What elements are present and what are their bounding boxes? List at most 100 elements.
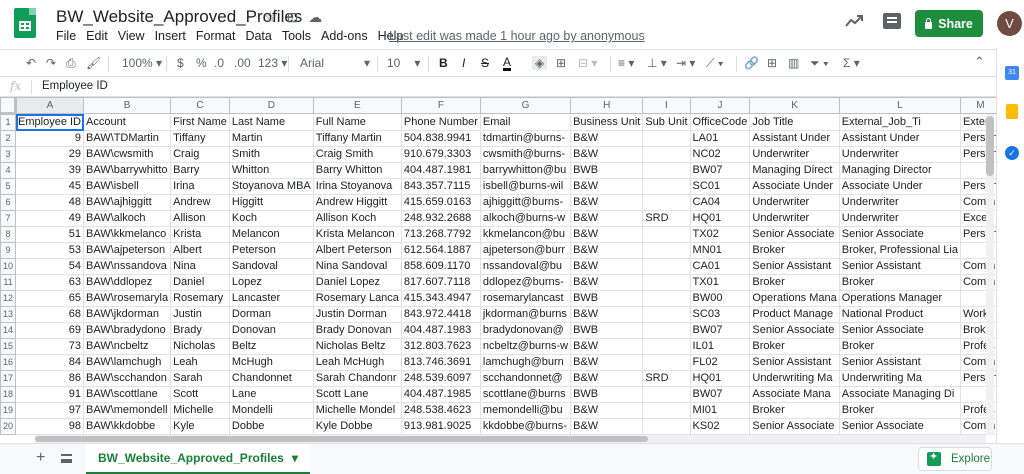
cell[interactable]: 913.981.9025 <box>400 418 481 435</box>
cell[interactable]: scottlane@burns <box>479 386 572 403</box>
row-header[interactable]: 2 <box>0 130 17 147</box>
cell[interactable]: 39 <box>15 162 84 179</box>
sheet-tab-dropdown-icon[interactable]: ▾ <box>292 451 298 465</box>
cell[interactable]: Senior Associate <box>749 322 840 339</box>
cell[interactable]: Mondelli <box>228 402 314 419</box>
cell[interactable]: Michelle <box>170 402 230 419</box>
cell[interactable]: 817.607.7118 <box>400 274 481 291</box>
cell[interactable]: 843.972.4418 <box>400 306 481 323</box>
column-header-k[interactable]: K <box>749 97 840 114</box>
row-header[interactable]: 11 <box>0 274 17 291</box>
cell[interactable]: Donovan <box>228 322 314 339</box>
cell[interactable]: Nina Sandoval <box>312 258 402 275</box>
cell[interactable]: B&W <box>570 274 644 291</box>
last-edit-link[interactable]: Last edit was made 1 hour ago by anonymo… <box>389 29 645 43</box>
cell[interactable]: Broker <box>749 274 840 291</box>
fill-color-icon[interactable]: ◈ <box>532 56 548 70</box>
cell[interactable]: B&W <box>570 242 644 259</box>
cell[interactable]: 51 <box>15 226 84 243</box>
cell[interactable]: BW07 <box>689 386 751 403</box>
move-folder-icon[interactable]: ⊡ <box>287 9 299 26</box>
cell[interactable]: B&W <box>570 418 644 435</box>
row-header[interactable]: 6 <box>0 194 17 211</box>
cell[interactable]: Brady Donovan <box>312 322 402 339</box>
horizontal-scrollbar[interactable] <box>35 435 986 443</box>
cell[interactable] <box>642 194 691 211</box>
cell[interactable]: 404.487.1985 <box>400 386 481 403</box>
cell[interactable]: Underwriter <box>749 146 840 163</box>
row-header[interactable]: 19 <box>0 402 17 419</box>
calendar-icon[interactable]: 31 <box>1005 66 1019 80</box>
cell[interactable]: SRD <box>642 370 691 387</box>
cell[interactable]: ajhiggitt@burns- <box>479 194 572 211</box>
cell[interactable]: BAW\isbell <box>82 178 172 195</box>
formula-input[interactable]: Employee ID <box>42 80 108 92</box>
cell[interactable]: Smith <box>228 146 314 163</box>
cell[interactable]: BAW\alkoch <box>82 210 172 227</box>
row-header[interactable]: 16 <box>0 354 17 371</box>
currency-format-button[interactable]: $ <box>177 56 184 70</box>
cell[interactable]: Product Manage <box>749 306 840 323</box>
cell[interactable]: Operations Mana <box>749 290 840 307</box>
cell[interactable]: 49 <box>15 210 84 227</box>
bold-icon[interactable]: B <box>439 56 448 70</box>
cell[interactable]: Nicholas Beltz <box>312 338 402 355</box>
cell[interactable]: 504.838.9941 <box>400 130 481 147</box>
cell[interactable] <box>642 130 691 147</box>
cell[interactable]: CA04 <box>689 194 751 211</box>
cell[interactable]: Daniel <box>170 274 230 291</box>
cell[interactable]: BAW\kkdobbe <box>82 418 172 435</box>
cell[interactable] <box>642 226 691 243</box>
avatar[interactable]: V <box>997 11 1022 36</box>
cell[interactable]: Associate Under <box>749 178 840 195</box>
column-header-j[interactable]: J <box>689 97 751 114</box>
cell[interactable]: 404.487.1983 <box>400 322 481 339</box>
cell[interactable]: LA01 <box>689 130 751 147</box>
cell[interactable]: B&W <box>570 194 644 211</box>
cell[interactable]: External_Job_Ti <box>838 113 961 131</box>
cell[interactable]: Krista Melancon <box>312 226 402 243</box>
cell[interactable]: Michelle Mondel <box>312 402 402 419</box>
cell[interactable]: Tiffany <box>170 130 230 147</box>
cell[interactable]: Tiffany Martin <box>312 130 402 147</box>
column-header-l[interactable]: L <box>838 97 961 114</box>
increase-decimal-button[interactable]: .00 <box>234 56 251 70</box>
decrease-decimal-button[interactable]: .0 <box>214 56 224 70</box>
cell[interactable] <box>642 146 691 163</box>
cell[interactable]: cwsmith@burns- <box>479 146 572 163</box>
select-all-corner[interactable] <box>0 97 18 115</box>
row-header[interactable]: 4 <box>0 162 17 179</box>
cell[interactable]: BWB <box>570 386 644 403</box>
text-wrap-icon[interactable]: ⇥ ▾ <box>676 56 695 70</box>
row-header[interactable]: 1 <box>0 113 17 131</box>
cell[interactable]: 29 <box>15 146 84 163</box>
all-sheets-icon[interactable] <box>61 454 72 463</box>
cell[interactable]: kkdobbe@burns- <box>479 418 572 435</box>
cell[interactable]: 415.659.0163 <box>400 194 481 211</box>
cell[interactable]: Lopez <box>228 274 314 291</box>
cell[interactable]: Justin <box>170 306 230 323</box>
cell[interactable]: Sarah Chandonr <box>312 370 402 387</box>
cell[interactable] <box>642 162 691 179</box>
cell[interactable]: Irina Stoyanova <box>312 178 402 195</box>
cell[interactable]: Associate Mana <box>749 386 840 403</box>
add-sheet-icon[interactable]: + <box>36 449 45 467</box>
row-header[interactable]: 10 <box>0 258 17 275</box>
zoom-select[interactable]: 100% ▾ <box>122 56 162 70</box>
cell[interactable]: 404.487.1981 <box>400 162 481 179</box>
collapse-toolbar-icon[interactable]: ⌃ <box>974 54 985 70</box>
row-header[interactable]: 3 <box>0 146 17 163</box>
cell[interactable] <box>642 338 691 355</box>
cell[interactable]: KS02 <box>689 418 751 435</box>
menu-insert[interactable]: Insert <box>155 29 186 43</box>
cell[interactable]: Managing Director <box>838 162 961 179</box>
menu-file[interactable]: File <box>56 29 76 43</box>
cell[interactable]: 9 <box>15 130 84 147</box>
cell[interactable]: B&W <box>570 402 644 419</box>
cell[interactable]: Albert <box>170 242 230 259</box>
cell[interactable]: Sub Unit <box>642 113 691 131</box>
cell[interactable]: BAW\rosemaryla <box>82 290 172 307</box>
star-icon[interactable]: ☆ <box>264 9 277 26</box>
column-header-c[interactable]: C <box>170 97 230 114</box>
cell[interactable]: Irina <box>170 178 230 195</box>
